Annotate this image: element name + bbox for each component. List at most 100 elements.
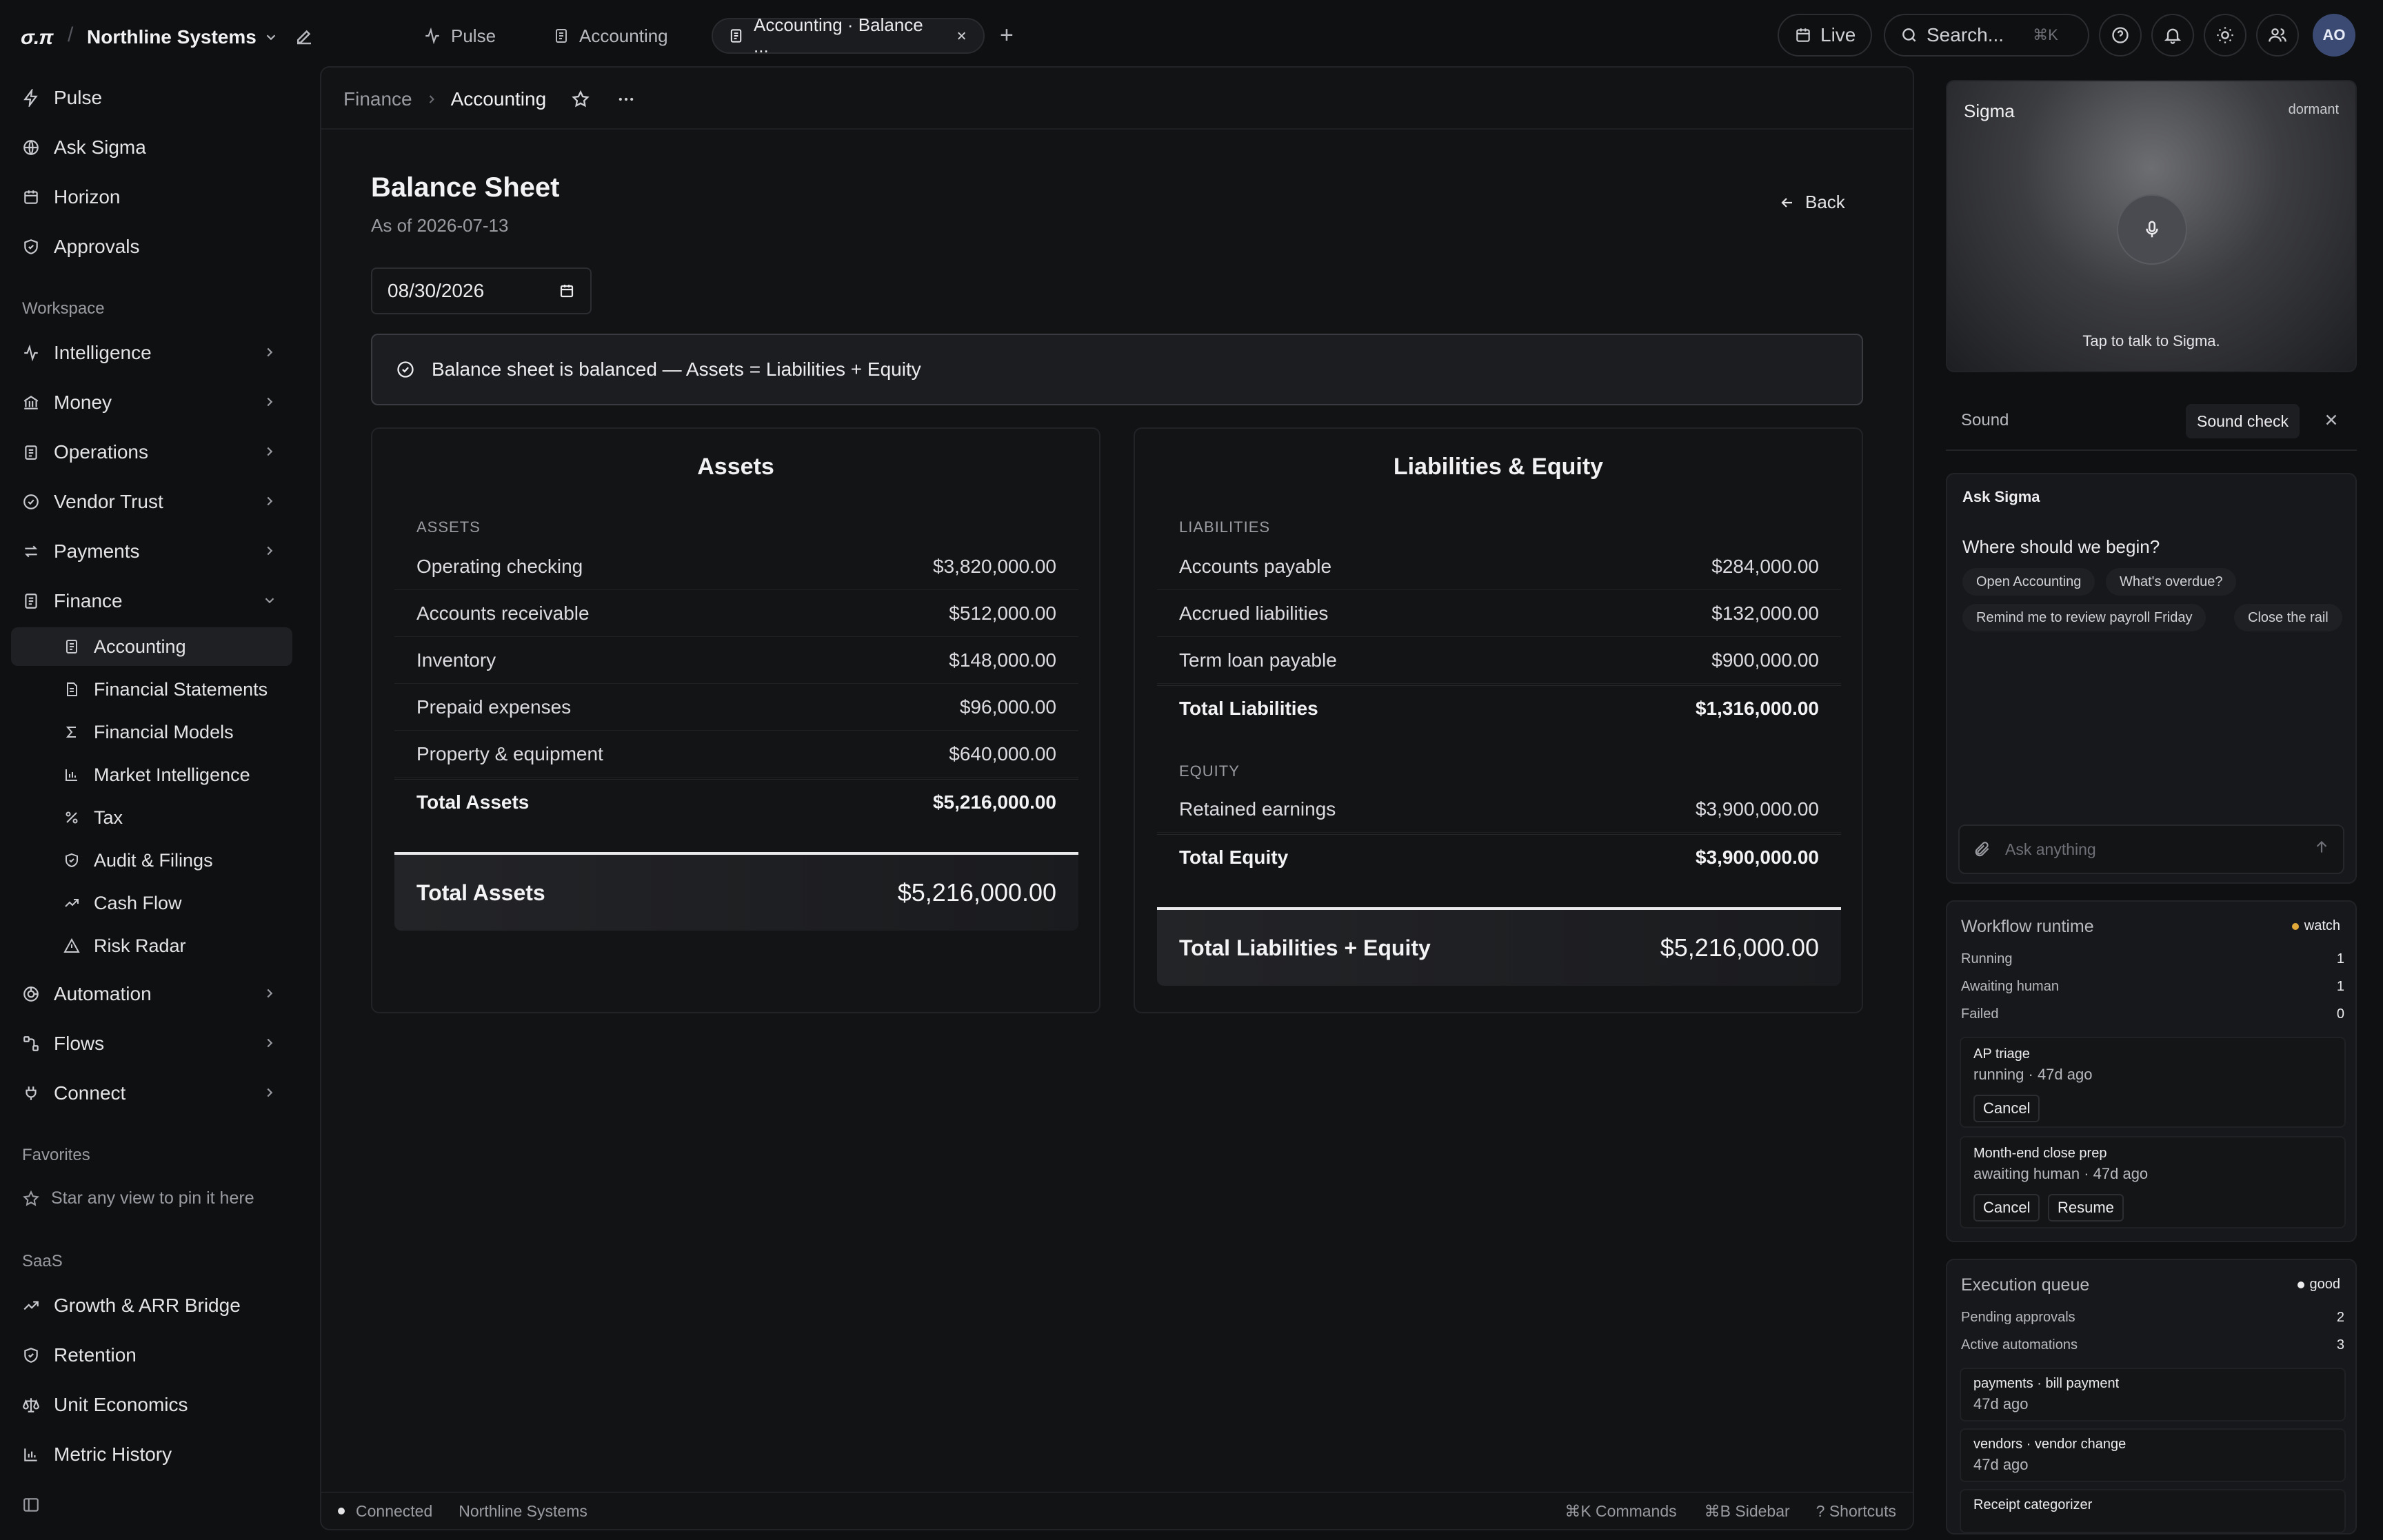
queue-item[interactable]: vendors · vendor change 47d ago <box>1960 1428 2346 1482</box>
cancel-button[interactable]: Cancel <box>1973 1095 2040 1122</box>
row-value: $284,000.00 <box>1711 555 1819 577</box>
shield-check-icon <box>24 239 38 254</box>
status-badge-label: watch <box>2304 918 2340 933</box>
suggestion-chip[interactable]: Remind me to review payroll Friday <box>1962 604 2206 631</box>
sidebar-item-pulse[interactable]: Pulse <box>11 79 292 117</box>
paperclip-icon[interactable] <box>1973 840 1991 858</box>
breadcrumb-divider <box>321 128 1913 130</box>
banner-text: Balance sheet is balanced — Assets = Lia… <box>432 358 921 380</box>
workflow-job: AP triage running · 47d ago Cancel <box>1960 1037 2346 1128</box>
tab-balance-sheet[interactable]: Accounting · Balance ... <box>712 14 985 57</box>
trending-up-icon <box>23 1301 39 1310</box>
stat-value: 3 <box>2336 1337 2344 1352</box>
bell-icon <box>2164 28 2182 44</box>
queue-title: Execution queue <box>1961 1275 2090 1295</box>
sidebar-item-retention[interactable]: Retention <box>11 1336 292 1375</box>
queue-item[interactable]: payments · bill payment 47d ago <box>1960 1368 2346 1421</box>
ask-input[interactable]: Ask anything <box>1958 824 2344 874</box>
assets-total-row: Total Assets $5,216,000.00 <box>394 779 1078 826</box>
sidebar-item-flows[interactable]: Flows <box>11 1024 292 1063</box>
sidebar-item-automation[interactable]: Automation <box>11 975 292 1013</box>
status-badge: good <box>2297 1277 2340 1293</box>
new-tab-button[interactable]: + <box>1000 23 1014 47</box>
sidebar-item-growth-arr-bridge[interactable]: Growth & ARR Bridge <box>11 1286 292 1325</box>
sidebar-item-vendor-trust[interactable]: Vendor Trust <box>11 483 292 521</box>
breadcrumb-parent[interactable]: Finance <box>343 88 412 110</box>
tab-accounting[interactable]: Accounting <box>538 18 683 54</box>
stat-row: Failed 0 <box>1961 1006 2344 1022</box>
workflow-title: Workflow runtime <box>1961 917 2094 936</box>
tab-label: Accounting <box>579 25 668 46</box>
commands-shortcut[interactable]: ⌘K Commands <box>1565 1502 1676 1521</box>
sidebar-item-label: Cash Flow <box>94 892 182 913</box>
sidebar-item-audit-filings[interactable]: Audit & Filings <box>11 841 292 880</box>
sidebar-item-unit-economics[interactable]: Unit Economics <box>11 1386 292 1424</box>
row-label: Accrued liabilities <box>1179 602 1329 624</box>
queue-item[interactable]: Receipt categorizer <box>1960 1489 2346 1533</box>
job-name: AP triage <box>1973 1046 2030 1062</box>
sidebar-item-approvals[interactable]: Approvals <box>11 227 292 266</box>
sidebar-item-money[interactable]: Money <box>11 383 292 422</box>
back-button[interactable]: Back <box>1779 192 1845 213</box>
search-input[interactable]: Search... ⌘K <box>1884 14 2089 57</box>
sidebar-item-tax[interactable]: Tax <box>11 798 292 837</box>
stat-value: 1 <box>2336 979 2344 994</box>
org-name: Northline Systems <box>87 26 257 48</box>
avatar[interactable]: AO <box>2313 14 2355 57</box>
tab-pulse[interactable]: Pulse <box>408 18 511 54</box>
compose-icon[interactable] <box>294 26 314 47</box>
live-button[interactable]: Live <box>1778 14 1873 57</box>
table-row: Prepaid expenses $96,000.00 <box>394 684 1078 731</box>
chevron-down-icon <box>266 34 276 41</box>
sidebar-item-label: Money <box>54 392 112 413</box>
sidebar-item-metric-history[interactable]: Metric History <box>11 1435 292 1474</box>
sound-check-button[interactable]: Sound check <box>2186 404 2300 438</box>
suggestion-chip[interactable]: Close the rail <box>2234 604 2342 631</box>
row-label: Inventory <box>416 649 496 671</box>
shortcuts-help[interactable]: ? Shortcuts <box>1816 1502 1896 1521</box>
sidebar-item-label: Flows <box>54 1033 105 1054</box>
trending-up-icon <box>65 899 79 907</box>
favorites-heading: Favorites <box>22 1146 90 1164</box>
star-icon[interactable] <box>571 90 590 109</box>
team-button[interactable] <box>2256 14 2299 57</box>
sidebar-toggle-icon[interactable] <box>22 1496 40 1514</box>
notifications-button[interactable] <box>2151 14 2194 57</box>
close-icon[interactable] <box>2322 411 2340 429</box>
sidebar-item-cash-flow[interactable]: Cash Flow <box>11 884 292 922</box>
sidebar-item-ask-sigma[interactable]: Ask Sigma <box>11 128 292 167</box>
org-switcher[interactable]: Northline Systems <box>87 26 279 48</box>
sidebar-item-risk-radar[interactable]: Risk Radar <box>11 926 292 965</box>
sidebar-item-connect[interactable]: Connect <box>11 1074 292 1113</box>
sidebar-item-intelligence[interactable]: Intelligence <box>11 334 292 372</box>
resume-button[interactable]: Resume <box>2048 1194 2124 1222</box>
talk-button[interactable] <box>2117 194 2187 265</box>
stat-label: Active automations <box>1961 1337 2078 1352</box>
help-button[interactable] <box>2099 14 2142 57</box>
close-icon[interactable] <box>955 29 968 43</box>
sidebar-item-operations[interactable]: Operations <box>11 433 292 472</box>
sidebar-item-financial-models[interactable]: Financial Models <box>11 713 292 751</box>
as-of-date-input[interactable]: 08/30/2026 <box>371 267 592 314</box>
top-bar: σ.π / Northline Systems Pulse Accounting… <box>0 0 2383 66</box>
calendar-icon[interactable] <box>559 283 575 299</box>
org-separator: / <box>68 23 74 46</box>
suggestion-chip[interactable]: Open Accounting <box>1962 568 2095 596</box>
stat-row: Active automations 3 <box>1961 1337 2344 1353</box>
sidebar-item-payments[interactable]: Payments <box>11 532 292 571</box>
chevron-right-icon <box>267 546 273 556</box>
sidebar-shortcut[interactable]: ⌘B Sidebar <box>1705 1502 1790 1521</box>
sidebar-item-finance[interactable]: Finance <box>11 582 292 620</box>
app-logo[interactable]: σ.π <box>21 26 54 50</box>
suggestion-chip[interactable]: What's overdue? <box>2106 568 2237 596</box>
row-value: $3,900,000.00 <box>1695 847 1819 868</box>
more-icon[interactable] <box>616 90 636 109</box>
sidebar-item-label: Risk Radar <box>94 935 186 956</box>
cancel-button[interactable]: Cancel <box>1973 1194 2040 1222</box>
theme-toggle-button[interactable] <box>2204 14 2246 57</box>
send-icon[interactable] <box>2313 838 2331 856</box>
sidebar-item-market-intelligence[interactable]: Market Intelligence <box>11 756 292 794</box>
sidebar-item-accounting[interactable]: Accounting <box>11 627 292 666</box>
sidebar-item-financial-statements[interactable]: Financial Statements <box>11 670 292 709</box>
sidebar-item-horizon[interactable]: Horizon <box>11 178 292 216</box>
